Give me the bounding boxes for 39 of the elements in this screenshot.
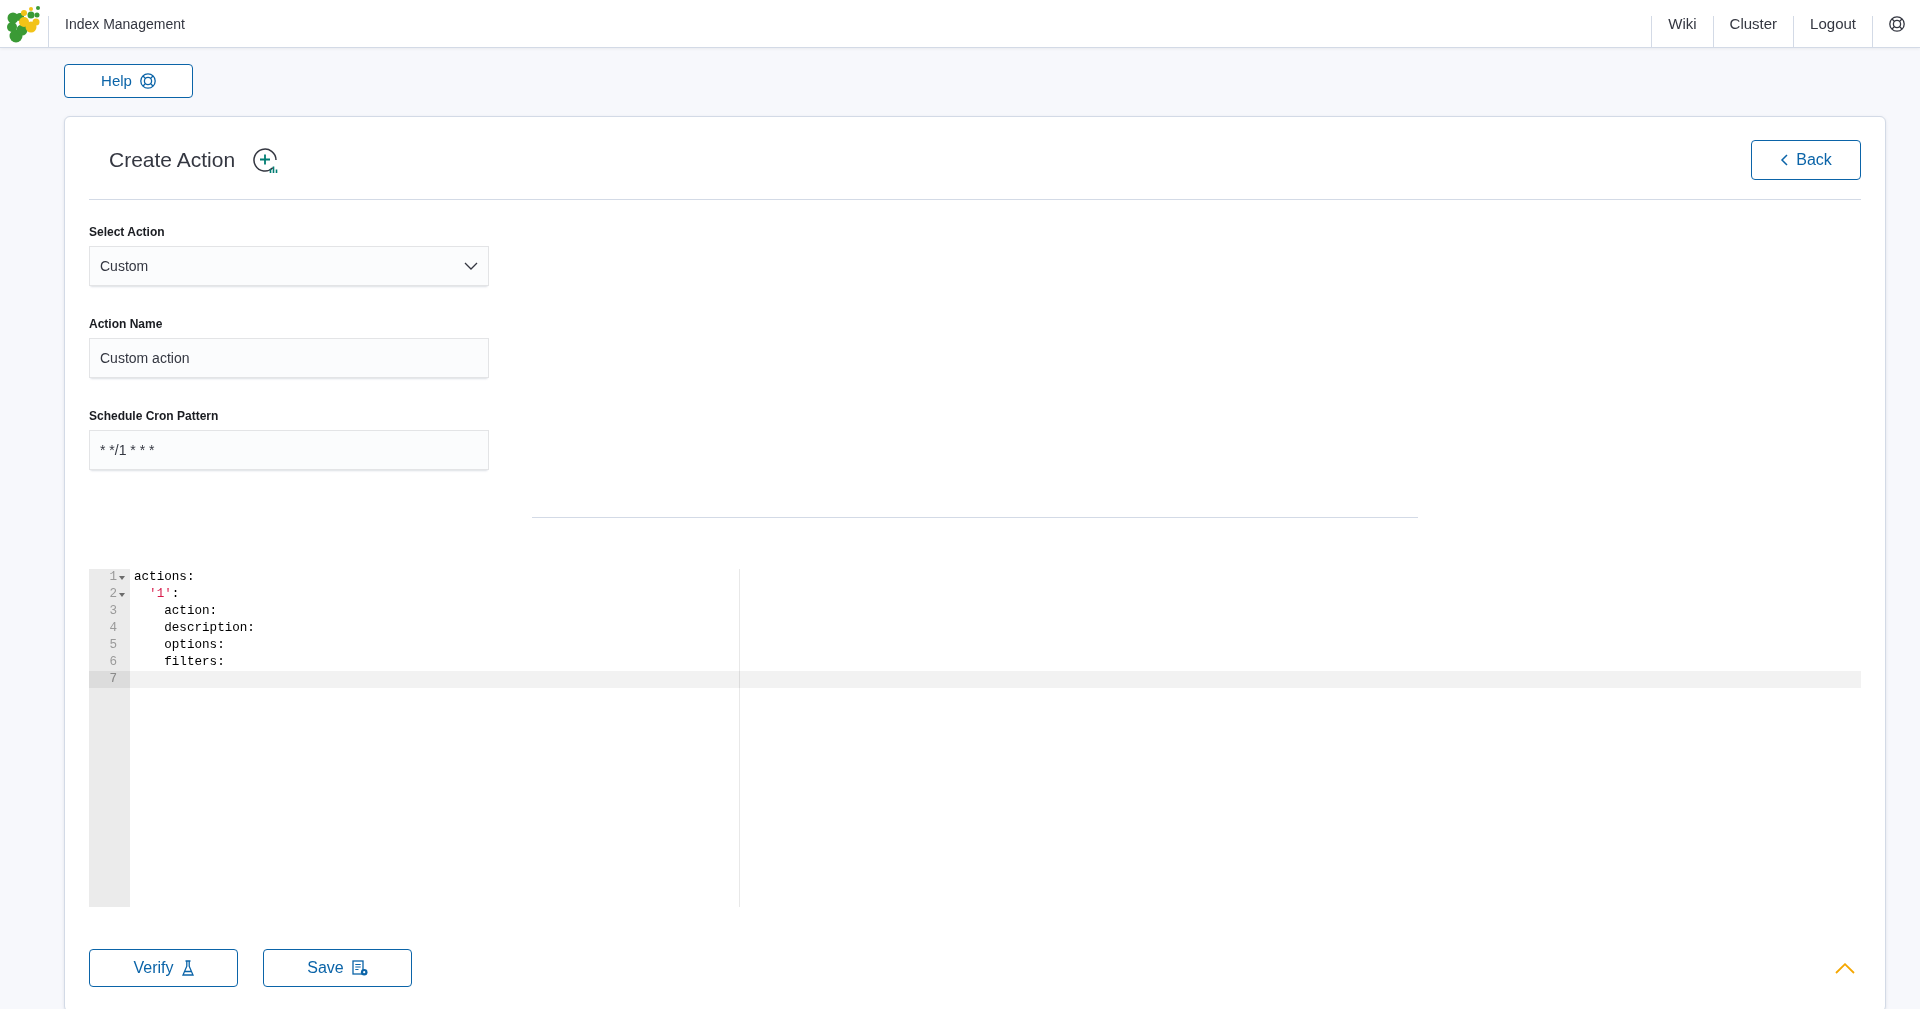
back-button[interactable]: Back <box>1751 140 1861 180</box>
line-number: 1 <box>109 569 117 586</box>
plus-circle-chart-icon <box>252 147 279 173</box>
fold-arrow-icon[interactable] <box>119 575 125 580</box>
dot-cluster-logo-icon <box>6 4 42 43</box>
code-line: action: <box>163 603 219 620</box>
code-line: actions: <box>133 569 196 586</box>
flask-icon <box>181 960 194 976</box>
field-label: Schedule Cron Pattern <box>89 409 219 423</box>
app-title: Index Management <box>48 16 185 47</box>
lifebuoy-icon[interactable] <box>1888 16 1905 32</box>
line-number: 5 <box>109 637 117 654</box>
verify-button[interactable]: Verify <box>89 949 238 987</box>
line-number: 7 <box>109 671 117 688</box>
nav-link[interactable]: Wiki <box>1652 16 1713 32</box>
save-button[interactable]: Save <box>263 949 412 987</box>
nav-link[interactable]: Cluster <box>1713 16 1794 32</box>
text-field[interactable]: Custom action <box>89 338 489 378</box>
code-line: '1': <box>148 586 181 603</box>
text-field[interactable]: * */1 * * * <box>89 430 489 470</box>
select-field[interactable]: Custom <box>89 246 489 286</box>
document-gear-icon <box>351 960 368 976</box>
panel-title: Create Action <box>108 148 236 172</box>
code-line: options: <box>163 637 226 654</box>
fold-arrow-icon[interactable] <box>119 592 125 597</box>
help-button[interactable]: Help <box>64 64 193 98</box>
field-label: Action Name <box>89 317 163 331</box>
chevron-down-icon <box>464 262 478 270</box>
code-line: filters: <box>163 654 226 671</box>
nav-link[interactable]: Logout <box>1794 16 1872 32</box>
line-number: 6 <box>109 654 117 671</box>
chevron-left-icon <box>1780 154 1789 166</box>
code-editor[interactable]: actions: '1': action: description: options: filters: <box>130 569 1861 907</box>
lifebuoy-icon <box>139 73 156 89</box>
line-number: 2 <box>109 586 117 603</box>
line-number: 4 <box>109 620 117 637</box>
line-number: 3 <box>109 603 117 620</box>
code-line: description: <box>163 620 256 637</box>
field-label: Select Action <box>89 225 165 239</box>
